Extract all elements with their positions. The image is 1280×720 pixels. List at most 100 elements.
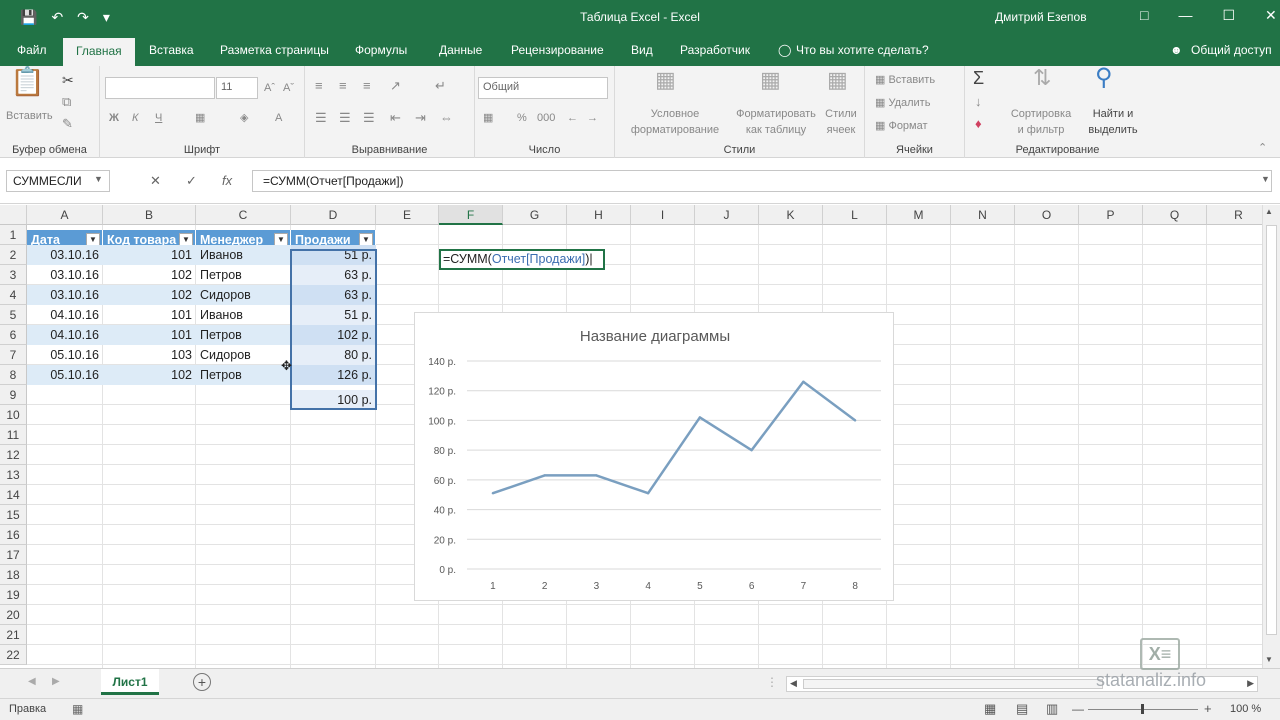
table-cell-manager[interactable]: Сидоров [196, 285, 291, 305]
row-header-22[interactable]: 22 [0, 645, 27, 665]
user-name[interactable]: Дмитрий Езепов [995, 10, 1087, 24]
table-cell-sales[interactable]: 80 р. [291, 345, 376, 365]
column-header-j[interactable]: J [695, 205, 759, 225]
maximize-icon[interactable]: ☐ [1222, 7, 1235, 24]
scroll-up-icon[interactable]: ▲ [1265, 207, 1273, 216]
sheet-tab-list1[interactable]: Лист1 [101, 669, 159, 695]
table-cell-date[interactable]: 03.10.16 [27, 245, 103, 265]
row-header-9[interactable]: 9 [0, 385, 27, 405]
cut-icon[interactable]: ✂ [62, 72, 74, 88]
row-header-5[interactable]: 5 [0, 305, 27, 325]
align-center-icon[interactable]: ☰ [339, 110, 351, 126]
column-header-c[interactable]: C [196, 205, 291, 225]
table-cell-sales[interactable]: 63 р. [291, 285, 376, 305]
align-top-icon[interactable]: ≡ [315, 78, 323, 94]
tab-developer[interactable]: Разработчик [680, 43, 750, 57]
row-header-13[interactable]: 13 [0, 465, 27, 485]
shrink-font-icon[interactable]: Aˇ [283, 80, 294, 96]
format-cells-button[interactable]: ▦ Формат [875, 118, 928, 134]
conditional-format-icon[interactable]: ▦ [655, 69, 676, 91]
table-cell-date[interactable]: 05.10.16 [27, 365, 103, 385]
column-header-k[interactable]: K [759, 205, 823, 225]
increase-decimal-icon[interactable]: ← [567, 110, 578, 126]
data-point[interactable] [750, 448, 753, 452]
row-header-18[interactable]: 18 [0, 565, 27, 585]
series-line[interactable] [492, 380, 856, 495]
table-cell-manager[interactable]: Иванов [196, 305, 291, 325]
enter-formula-button[interactable]: ✓ [186, 173, 197, 189]
column-header-d[interactable]: D [291, 205, 376, 225]
ribbon-display-icon[interactable]: □ [1140, 7, 1148, 24]
line-chart[interactable]: Название диаграммы 0 р. 20 р. 40 р. 60 р. 80… [414, 312, 894, 601]
table-cell-code[interactable]: 101 [103, 325, 196, 345]
sheet-bar-splitter-icon[interactable]: ⋮ [766, 675, 778, 689]
format-as-table-button[interactable]: Форматировать как таблицу [723, 106, 829, 138]
table-cell-manager[interactable]: Петров [196, 365, 291, 385]
table-cell-manager[interactable]: Петров [196, 265, 291, 285]
delete-cells-button[interactable]: ▦ Удалить [875, 95, 930, 111]
table-cell-sales[interactable]: 63 р. [291, 265, 376, 285]
find-select-icon[interactable]: ⚲ [1095, 66, 1113, 90]
table-cell-code[interactable]: 101 [103, 245, 196, 265]
expand-formula-bar-icon[interactable]: ▼ [1261, 174, 1270, 184]
row-header-14[interactable]: 14 [0, 485, 27, 505]
currency-icon[interactable]: ▦ [483, 110, 493, 126]
close-icon[interactable]: ✕ [1265, 7, 1277, 24]
table-cell-code[interactable]: 102 [103, 285, 196, 305]
format-as-table-icon[interactable]: ▦ [760, 69, 781, 91]
table-cell-sales[interactable]: 126 р. [291, 365, 376, 385]
data-point[interactable] [646, 492, 650, 495]
tab-page-layout[interactable]: Разметка страницы [220, 43, 329, 57]
row-header-12[interactable]: 12 [0, 445, 27, 465]
prev-sheet-icon[interactable]: ◀ [28, 676, 36, 687]
column-header-h[interactable]: H [567, 205, 631, 225]
wrap-text-icon[interactable]: ↵ [435, 78, 446, 94]
zoom-slider-thumb[interactable] [1141, 704, 1144, 714]
orientation-icon[interactable]: ↗ [390, 78, 401, 94]
scroll-thumb[interactable] [1266, 225, 1277, 635]
row-header-4[interactable]: 4 [0, 285, 27, 305]
align-right-icon[interactable]: ☰ [363, 110, 375, 126]
column-header-o[interactable]: O [1015, 205, 1079, 225]
fill-icon[interactable]: ↓ [975, 94, 982, 110]
underline-button[interactable]: Ч [155, 110, 162, 126]
cancel-formula-button[interactable]: ✕ [150, 173, 161, 189]
percent-button[interactable]: % [517, 110, 527, 126]
zoom-in-icon[interactable]: + [1204, 701, 1212, 716]
vertical-scrollbar[interactable]: ▲ ▼ [1262, 205, 1280, 668]
tab-review[interactable]: Рецензирование [511, 43, 604, 57]
cell-styles-icon[interactable]: ▦ [827, 69, 848, 91]
tab-insert[interactable]: Вставка [149, 43, 194, 57]
align-bottom-icon[interactable]: ≡ [363, 78, 371, 94]
scroll-left-icon[interactable]: ◀ [790, 678, 797, 689]
table-cell-code[interactable]: 101 [103, 305, 196, 325]
sort-filter-icon[interactable]: ⇅ [1033, 67, 1051, 89]
tab-view[interactable]: Вид [631, 43, 653, 57]
column-header-r[interactable]: R [1207, 205, 1262, 225]
data-point[interactable] [595, 474, 598, 477]
macro-record-icon[interactable]: ▦ [72, 702, 83, 716]
row-header-11[interactable]: 11 [0, 425, 27, 445]
page-break-view-icon[interactable]: ▥ [1046, 701, 1058, 717]
decrease-decimal-icon[interactable]: → [587, 110, 598, 126]
italic-button[interactable]: К [132, 110, 138, 126]
column-header-b[interactable]: B [103, 205, 196, 225]
column-header-m[interactable]: M [887, 205, 951, 225]
column-header-q[interactable]: Q [1143, 205, 1207, 225]
merge-center-icon[interactable]: ⇔ [440, 110, 453, 126]
next-sheet-icon[interactable]: ▶ [52, 676, 60, 687]
table-cell-date[interactable]: 03.10.16 [27, 285, 103, 305]
data-point[interactable] [543, 474, 546, 477]
table-cell-sales[interactable]: 51 р. [291, 245, 376, 265]
column-header-g[interactable]: G [503, 205, 567, 225]
row-header-17[interactable]: 17 [0, 545, 27, 565]
normal-view-icon[interactable]: ▦ [984, 701, 996, 717]
table-cell-sales[interactable]: 51 р. [291, 305, 376, 325]
grow-font-icon[interactable]: Aˆ [264, 80, 275, 96]
table-cell-date[interactable]: 04.10.16 [27, 305, 103, 325]
align-middle-icon[interactable]: ≡ [339, 78, 347, 94]
column-header-i[interactable]: I [631, 205, 695, 225]
editing-cell-f2[interactable]: =СУММ(Отчет[Продажи])| [439, 249, 605, 270]
paste-icon[interactable]: 📋 [10, 68, 45, 96]
data-point[interactable] [698, 416, 702, 419]
